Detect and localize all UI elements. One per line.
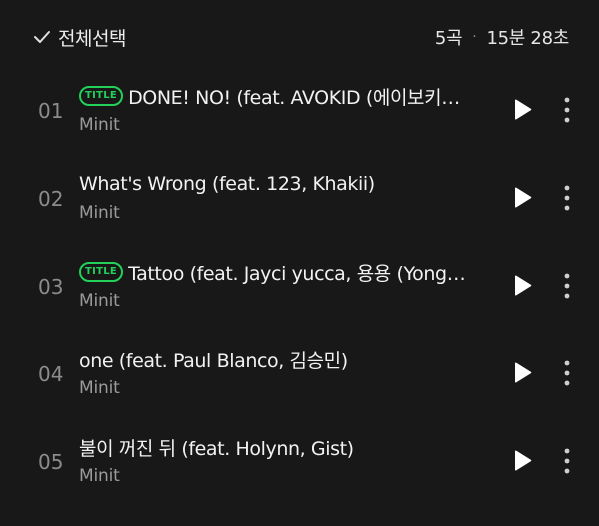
track-row[interactable]: 04 one (feat. Paul Blanco, 김승민) Minit xyxy=(0,345,599,433)
more-vertical-icon[interactable] xyxy=(556,358,578,388)
track-row[interactable]: 03 TITLE Tattoo (feat. Jayci yucca, 용용 (Yo… xyxy=(0,258,599,346)
track-title-line: 불이 꺼진 뒤 (feat. Holynn, Gist) xyxy=(79,433,484,461)
song-title[interactable]: Tattoo (feat. Jayci yucca, 용용 (Yong… xyxy=(128,259,465,286)
track-number: 02 xyxy=(38,187,64,211)
track-title-line: What's Wrong (feat. 123, Khakii) xyxy=(79,170,484,198)
artist-name[interactable]: Minit xyxy=(79,115,120,135)
play-icon[interactable] xyxy=(508,272,536,300)
tracklist-header: 전체선택 5곡 · 15분 28초 xyxy=(0,0,599,72)
song-title[interactable]: DONE! NO! (feat. AVOKID (에이보키… xyxy=(128,83,460,110)
artist-name[interactable]: Minit xyxy=(79,378,120,398)
song-title[interactable]: 불이 꺼진 뒤 (feat. Holynn, Gist) xyxy=(79,434,354,461)
more-vertical-icon[interactable] xyxy=(556,183,578,213)
track-number: 04 xyxy=(38,362,64,386)
artist-name[interactable]: Minit xyxy=(79,466,120,486)
song-title[interactable]: What's Wrong (feat. 123, Khakii) xyxy=(79,173,375,195)
play-icon[interactable] xyxy=(508,96,536,124)
more-vertical-icon[interactable] xyxy=(556,271,578,301)
title-track-badge: TITLE xyxy=(79,262,124,282)
select-all-button[interactable]: 전체선택 xyxy=(32,22,126,52)
title-track-badge: TITLE xyxy=(79,86,124,106)
track-title-line: TITLE Tattoo (feat. Jayci yucca, 용용 (Yong… xyxy=(79,258,484,286)
track-row[interactable]: 01 TITLE DONE! NO! (feat. AVOKID (에이보키… Min… xyxy=(0,82,599,170)
more-vertical-icon[interactable] xyxy=(556,95,578,125)
summary-separator: · xyxy=(472,29,477,45)
song-title[interactable]: one (feat. Paul Blanco, 김승민) xyxy=(79,346,348,373)
track-row[interactable]: 02 What's Wrong (feat. 123, Khakii) Minit xyxy=(0,170,599,258)
play-icon[interactable] xyxy=(508,447,536,475)
check-icon xyxy=(34,31,50,43)
track-title-line: TITLE DONE! NO! (feat. AVOKID (에이보키… xyxy=(79,82,484,110)
play-icon[interactable] xyxy=(508,359,536,387)
song-count: 5곡 xyxy=(434,28,463,49)
track-number: 03 xyxy=(38,275,64,299)
track-number: 05 xyxy=(38,450,64,474)
play-icon[interactable] xyxy=(508,184,536,212)
album-summary: 5곡 · 15분 28초 xyxy=(435,22,569,52)
artist-name[interactable]: Minit xyxy=(79,203,120,223)
total-duration: 15분 28초 xyxy=(486,28,569,49)
more-vertical-icon[interactable] xyxy=(556,446,578,476)
track-number: 01 xyxy=(38,99,64,123)
select-all-label: 전체선택 xyxy=(58,27,126,50)
track-row[interactable]: 05 불이 꺼진 뒤 (feat. Holynn, Gist) Minit xyxy=(0,433,599,521)
track-title-line: one (feat. Paul Blanco, 김승민) xyxy=(79,345,484,373)
artist-name[interactable]: Minit xyxy=(79,291,120,311)
